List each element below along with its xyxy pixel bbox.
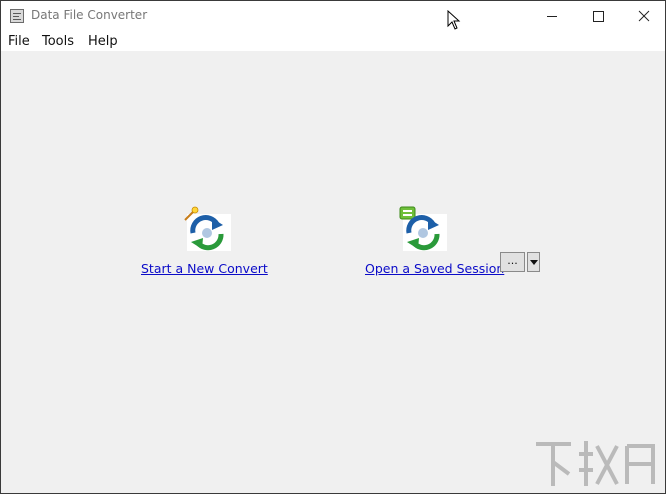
menu-help[interactable]: Help — [88, 34, 118, 49]
maximize-button[interactable] — [575, 1, 621, 31]
start-new-convert-link[interactable]: Start a New Convert — [141, 261, 268, 276]
mouse-cursor-icon — [447, 10, 461, 30]
app-icon — [10, 9, 24, 23]
watermark-logo — [536, 441, 655, 486]
main-panel: Start a New Convert Open a Saved Session… — [1, 51, 665, 493]
close-button[interactable] — [621, 1, 665, 31]
close-icon — [638, 10, 650, 22]
menu-file[interactable]: File — [8, 34, 30, 49]
maximize-icon — [593, 11, 604, 22]
minimize-button[interactable] — [529, 1, 575, 31]
saved-session-icon[interactable] — [399, 206, 449, 252]
window-title: Data File Converter — [31, 8, 148, 22]
app-window: Data File Converter File Tools Help Star… — [0, 0, 666, 494]
recent-sessions-dropdown[interactable] — [527, 252, 540, 272]
browse-session-button[interactable]: ... — [500, 252, 525, 272]
menu-bar: File Tools Help — [1, 31, 665, 51]
chevron-down-icon — [530, 260, 538, 265]
title-bar[interactable]: Data File Converter — [1, 1, 665, 31]
open-saved-session-link[interactable]: Open a Saved Session — [365, 261, 504, 276]
menu-tools[interactable]: Tools — [42, 34, 74, 49]
new-convert-icon[interactable] — [183, 206, 233, 252]
minimize-icon — [547, 16, 557, 17]
